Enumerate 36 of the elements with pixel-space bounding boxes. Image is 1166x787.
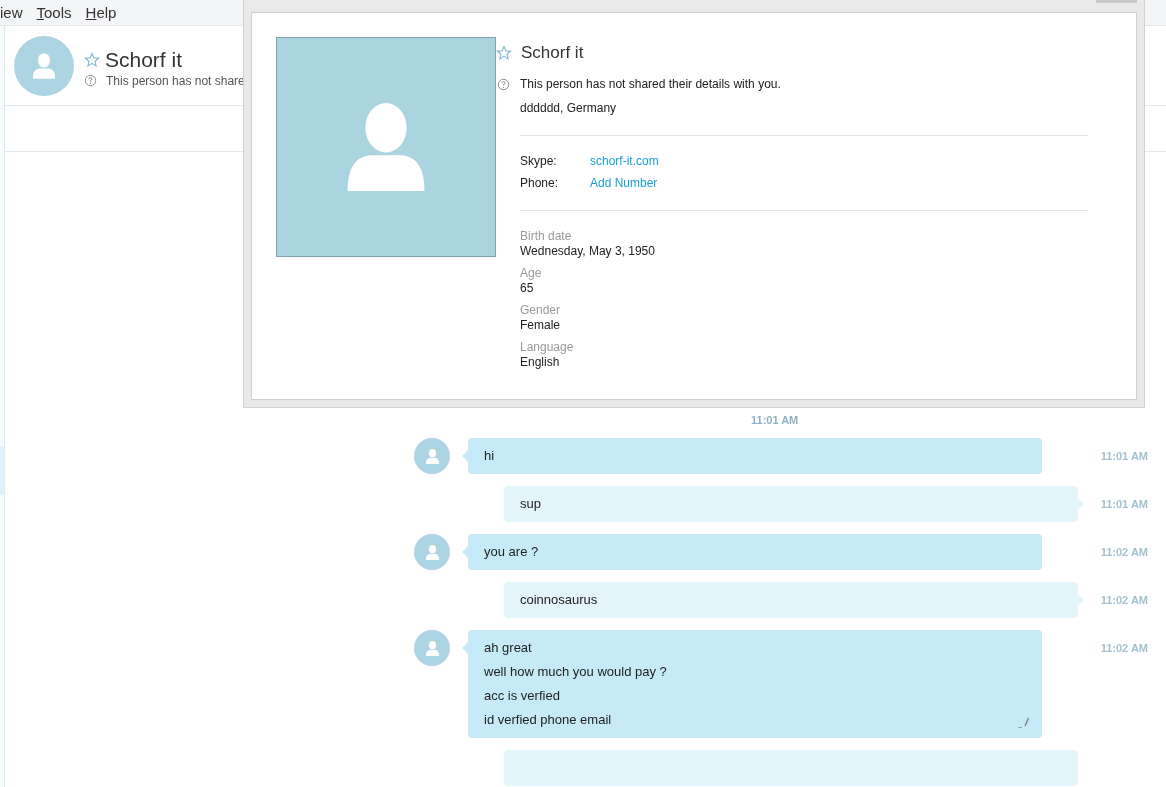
message-text: ah great xyxy=(484,639,533,657)
contact-name: Schorf it xyxy=(105,47,183,72)
menu-item[interactable]: Tools xyxy=(36,4,72,21)
message-text: you are ? xyxy=(484,543,540,561)
field-label: Gender xyxy=(520,303,562,317)
field-value: Female xyxy=(520,318,561,332)
field-label: Age xyxy=(520,266,543,280)
field-label: Birth date xyxy=(520,229,573,243)
field-label: Skype: xyxy=(520,154,558,168)
message-text: well how much you would pay ? xyxy=(484,663,668,681)
message-time: 11:02 AM xyxy=(1099,642,1148,654)
status-text: This person has not shared their details with you. xyxy=(520,77,781,91)
status-text: This person has not share xyxy=(106,73,245,88)
message-time: 11:02 AM xyxy=(1099,594,1148,606)
message-time: 11:01 AM xyxy=(1099,498,1148,510)
field-value: English xyxy=(520,355,561,369)
star-icon[interactable] xyxy=(496,45,512,61)
star-icon[interactable] xyxy=(84,51,100,68)
field-value: Wednesday, May 3, 1950 xyxy=(520,244,656,258)
contact-name: Schorf it xyxy=(521,43,584,63)
field-value: 65 xyxy=(520,281,535,295)
message-text: sup xyxy=(520,495,542,513)
location-text: dddddd, Germany xyxy=(520,101,618,115)
field-label: Phone: xyxy=(520,176,560,190)
message-text: acc is verfied xyxy=(484,687,561,705)
message-text: id verfied phone email xyxy=(484,711,613,729)
menu-item[interactable]: Help xyxy=(85,4,117,21)
message-text: coinnosaurus xyxy=(520,591,599,609)
message-time: 11:02 AM xyxy=(1099,546,1148,558)
timestamp: 11:01 AM xyxy=(751,414,800,426)
help-icon xyxy=(497,77,510,91)
message-text: hi xyxy=(484,447,496,465)
field-label: Language xyxy=(520,340,575,354)
message-time: 11:01 AM xyxy=(1099,450,1148,462)
help-icon xyxy=(84,74,97,87)
menu-item[interactable]: iew xyxy=(0,4,23,21)
